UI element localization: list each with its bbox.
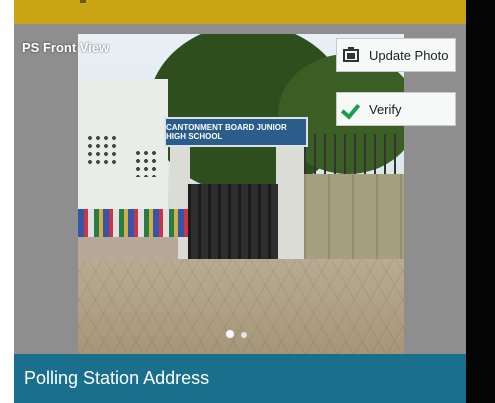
verify-label: Verify: [369, 101, 402, 117]
pager-dot-active[interactable]: [226, 330, 234, 338]
photo-gate-post: [276, 139, 304, 259]
section-header: Polling Station Address: [14, 354, 466, 403]
pager-dot[interactable]: [241, 332, 247, 338]
photo-clothes-line: [78, 209, 188, 237]
photo-ground-texture: [78, 259, 404, 354]
screen-edge: [466, 0, 495, 403]
photo-viewer: CANTONMENT BOARD JUNIOR HIGH SCHOOL PS F…: [14, 24, 466, 354]
status-indicator-icon: [80, 0, 86, 3]
section-title: Polling Station Address: [24, 368, 210, 388]
app-screen: CANTONMENT BOARD JUNIOR HIGH SCHOOL PS F…: [0, 0, 495, 403]
photo-fence: [304, 134, 404, 174]
school-sign-text: CANTONMENT BOARD JUNIOR HIGH SCHOOL: [166, 123, 287, 141]
polling-station-photo[interactable]: CANTONMENT BOARD JUNIOR HIGH SCHOOL: [78, 34, 404, 354]
photo-update-icon: [343, 47, 361, 63]
photo-gate: [188, 184, 278, 259]
update-photo-button[interactable]: Update Photo: [336, 38, 456, 72]
checkmark-icon: [341, 99, 361, 119]
update-photo-label: Update Photo: [369, 47, 449, 63]
photo-caption: PS Front View: [22, 40, 110, 55]
status-bar: [14, 0, 466, 24]
photo-pager: [226, 325, 254, 338]
photo-lattice: [134, 149, 160, 177]
photo-lattice: [86, 134, 120, 168]
photo-school-sign: CANTONMENT BOARD JUNIOR HIGH SCHOOL: [164, 117, 308, 147]
verify-button[interactable]: Verify: [336, 92, 456, 126]
